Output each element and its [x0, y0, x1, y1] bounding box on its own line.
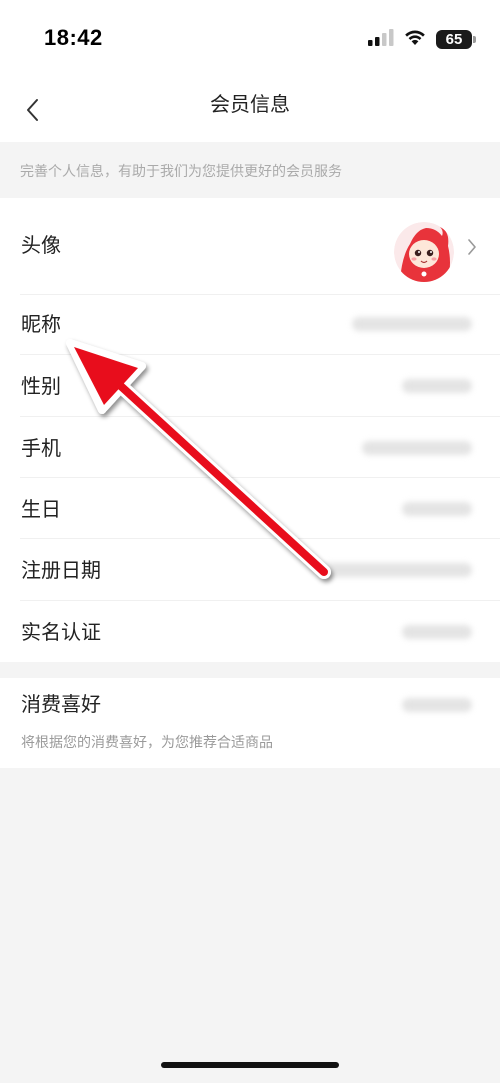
blurred-value [352, 317, 472, 331]
chevron-right-icon [468, 239, 476, 255]
cellular-signal-icon [368, 28, 394, 50]
register-date-row[interactable]: 注册日期 [0, 539, 500, 601]
wifi-icon [403, 28, 427, 50]
preference-subtitle: 将根据您的消费喜好，为您推荐合适商品 [21, 735, 273, 751]
row-label: 实名认证 [21, 620, 101, 644]
birthday-row[interactable]: 生日 [0, 478, 500, 539]
nav-bar: 会员信息 [0, 78, 500, 142]
row-label: 头像 [21, 233, 61, 257]
status-time: 18:42 [44, 25, 103, 50]
blurred-value [402, 698, 472, 712]
avatar-row[interactable]: 头像 [0, 198, 500, 295]
battery-icon: 65 [436, 29, 476, 49]
row-label: 消费喜好 [21, 692, 101, 716]
page-title: 会员信息 [210, 92, 290, 116]
home-indicator[interactable] [161, 1062, 339, 1068]
row-label: 注册日期 [21, 558, 101, 582]
blurred-value [402, 502, 472, 516]
real-name-auth-row[interactable]: 实名认证 [0, 601, 500, 662]
blurred-value [362, 441, 472, 455]
phone-row[interactable]: 手机 [0, 417, 500, 478]
consumption-preference-row[interactable]: 消费喜好 将根据您的消费喜好，为您推荐合适商品 [0, 678, 500, 768]
row-label: 手机 [21, 436, 61, 460]
info-hint: 完善个人信息，有助于我们为您提供更好的会员服务 [0, 142, 500, 198]
avatar[interactable] [394, 222, 454, 282]
row-label: 性别 [21, 374, 61, 398]
status-bar: 18:42 65 [0, 0, 500, 78]
preference-card: 消费喜好 将根据您的消费喜好，为您推荐合适商品 [0, 678, 500, 768]
nickname-row[interactable]: 昵称 [0, 295, 500, 355]
blurred-value [402, 625, 472, 639]
gender-row[interactable]: 性别 [0, 355, 500, 417]
row-label: 昵称 [21, 312, 61, 336]
row-label: 生日 [21, 497, 61, 521]
profile-card: 头像 昵称 性别 手机 生日 注册日期 实名认证 [0, 198, 500, 662]
member-info-page: 18:42 65 会员信息 完善个人信息，有助于我们为您提供更好的会员服务 头像… [0, 0, 500, 1083]
status-icons: 65 [368, 28, 476, 50]
blurred-value [402, 379, 472, 393]
blurred-value [322, 563, 472, 577]
